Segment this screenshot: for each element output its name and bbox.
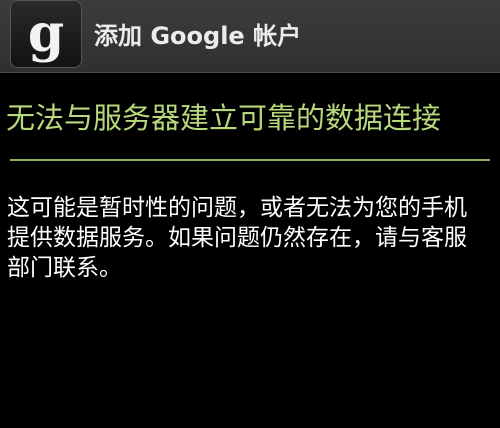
error-message: 这可能是暂时性的问题，或者无法为您的手机 提供数据服务。如果问题仍然存在，请与客… <box>7 193 500 283</box>
window-title: 添加 Google 帐户 <box>94 22 302 50</box>
message-line: 部门联系。 <box>7 255 122 281</box>
message-line: 提供数据服务。如果问题仍然存在，请与客服 <box>7 225 467 251</box>
message-line: 这可能是暂时性的问题，或者无法为您的手机 <box>7 195 467 221</box>
title-bar: g 添加 Google 帐户 <box>0 0 500 73</box>
screen: g 添加 Google 帐户 无法与服务器建立可靠的数据连接 这可能是暂时性的问… <box>0 0 500 428</box>
title-divider <box>10 159 490 161</box>
svg-text:g: g <box>28 3 64 64</box>
google-g-icon: g <box>11 1 81 67</box>
dialog-title: 无法与服务器建立可靠的数据连接 <box>6 101 442 135</box>
